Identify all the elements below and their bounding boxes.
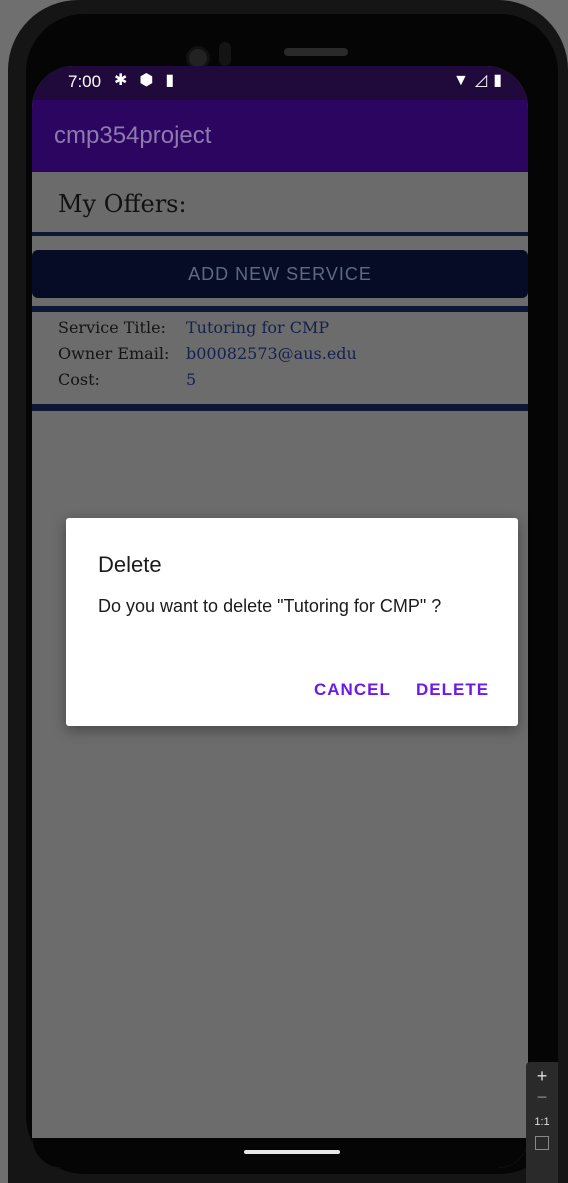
owner-email-label: Owner Email: [58,344,170,363]
service-title-label: Service Title: [58,318,166,337]
zoom-in-button[interactable]: + [526,1066,558,1087]
service-title-value: Tutoring for CMP [186,318,330,337]
divider [32,232,528,236]
fit-screen-icon[interactable] [535,1136,549,1150]
app-bar: cmp354project [32,100,528,172]
add-new-service-button[interactable]: ADD NEW SERVICE [32,250,528,298]
zoom-reset-button[interactable]: 1:1 [526,1116,558,1128]
status-bar: 7:00 ✱ ⬢ ▮ ▼ ◿ ▮ [32,66,528,100]
navigation-bar [32,1138,528,1168]
home-gesture-pill[interactable] [244,1150,340,1154]
owner-email-row: Owner Email: b00082573@aus.edu [58,344,357,363]
zoom-out-button[interactable]: − [526,1087,558,1108]
sd-card-icon: ▮ [165,72,175,89]
delete-button[interactable]: DELETE [416,680,489,700]
offer-card[interactable]: Service Title: Tutoring for CMP Owner Ema… [32,312,528,404]
speaker-grille [284,48,348,56]
owner-email-value: b00082573@aus.edu [186,344,357,363]
signal-icon: ◿ [474,72,488,89]
sensor-icon [219,42,231,66]
divider [32,404,528,411]
cost-row: Cost: 5 [58,370,196,389]
delete-dialog: Delete Do you want to delete "Tutoring f… [66,518,518,726]
shield-icon: ⬢ [139,72,154,89]
dialog-message: Do you want to delete "Tutoring for CMP"… [98,596,442,616]
cost-label: Cost: [58,370,100,389]
battery-icon: ▮ [493,72,502,89]
gear-icon: ✱ [114,72,128,89]
wifi-icon: ▼ [453,72,469,89]
dialog-title: Delete [98,552,162,577]
app-title: cmp354project [54,122,212,149]
cancel-button[interactable]: CANCEL [314,680,391,700]
service-title-row: Service Title: Tutoring for CMP [58,318,329,337]
cost-value: 5 [186,370,197,389]
emulator-zoom-controls: + − 1:1 [526,1062,558,1183]
page-title: My Offers: [58,190,187,218]
offers-header: My Offers: [32,172,528,232]
status-time: 7:00 [68,72,102,91]
